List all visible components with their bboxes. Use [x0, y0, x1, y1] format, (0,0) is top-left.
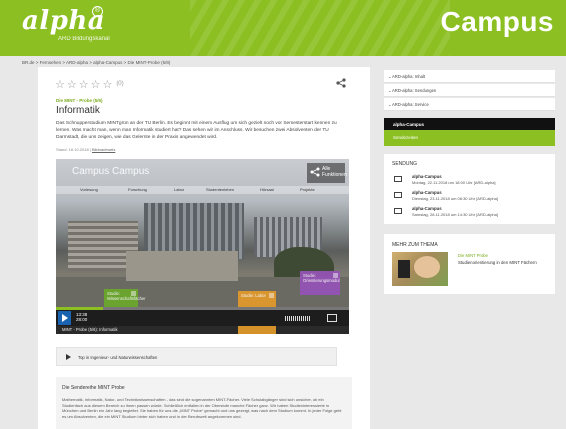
article-teaser: Das Schnupperstudium MINTgrün an der TU …	[56, 121, 337, 140]
header-decoration	[190, 0, 450, 56]
plus-icon	[269, 293, 274, 298]
hotspot-purple[interactable]: Studie: Orientierungsmodul	[300, 271, 340, 295]
logo-subtitle: ARD Bildungskanal	[58, 36, 110, 42]
accordion-item[interactable]: ⌄ ARD-alpha: Service	[384, 98, 555, 111]
accordion-label: ARD-alpha: Inhalt	[392, 74, 426, 79]
broadcast-item[interactable]: alpha-Campus Samstag, 28.11.2018 um 14:3…	[392, 206, 552, 220]
chapter-tab[interactable]: Projekte	[300, 187, 315, 192]
chapter-tab[interactable]: Forschung	[128, 187, 147, 192]
chapter-tab[interactable]: Labor	[174, 187, 184, 192]
broadcast-heading: SENDUNG	[392, 161, 418, 167]
fullscreen-icon[interactable]	[327, 314, 337, 322]
campus-nav-title[interactable]: alpha-Campus	[384, 118, 555, 130]
play-button[interactable]	[58, 311, 71, 325]
chapter-tab[interactable]: Vorlesung	[80, 187, 98, 192]
campus-logo[interactable]: Campus	[441, 6, 554, 38]
tv-icon	[394, 208, 402, 214]
broadcast-title: alpha-Campus	[412, 190, 442, 195]
chapter-tab[interactable]: Studentenleben	[206, 187, 234, 192]
broadcast-time: Montag, 22.11.2018 um 18:00 Uhr [ARD-alp…	[412, 180, 496, 185]
chevron-down-icon: ⌄	[388, 102, 392, 107]
rating-count: (0)	[116, 81, 124, 87]
plus-icon	[333, 273, 338, 278]
building	[126, 251, 238, 281]
accordion-item[interactable]: ⌄ ARD-alpha: Sendungen	[384, 84, 555, 97]
accordion-item[interactable]: ⌄ ARD-alpha: Inhalt	[384, 70, 555, 83]
tablet-image	[398, 260, 410, 278]
accordion-label: ARD-alpha: Service	[392, 102, 429, 107]
article-subline: Die MINT - Probe (5/6)	[56, 98, 103, 103]
time-total: 28:00	[76, 317, 88, 322]
video-caption: MINT - Probe (5/6): Informatik	[62, 327, 118, 332]
related-heading: MEHR ZUM THEMA	[392, 242, 438, 248]
video-overlay-title: Campus Campus	[72, 166, 150, 177]
related-box: MEHR ZUM THEMA Die MINT Probe Studienori…	[384, 234, 555, 294]
broadcast-box: SENDUNG alpha-Campus Montag, 22.11.2018 …	[384, 154, 555, 224]
time-display: 13:38 28:00	[76, 312, 87, 322]
info-heading: Die Sendereihe MINT Probe	[62, 385, 125, 391]
related-description[interactable]: Studienorientierung in den MINT Fächern	[458, 260, 548, 266]
chapter-tab[interactable]: Hörsaal	[260, 187, 274, 192]
logo-badge: ®	[92, 6, 103, 17]
campus-nav: alpha-Campus Sendezeiten	[384, 118, 555, 148]
rating-stars[interactable]: ☆☆☆☆☆	[55, 79, 114, 91]
accordion-label: ARD-alpha: Sendungen	[392, 88, 437, 93]
play-triangle-icon	[66, 354, 71, 360]
article-date: Stand: 16.10.2018 | Bildnachweis	[56, 147, 116, 152]
info-body: Mathematik, Informatik, Natur- und Techn…	[62, 397, 342, 419]
chevron-down-icon: ⌄	[388, 88, 392, 93]
star-rating[interactable]: ☆☆☆☆☆ (0)	[55, 78, 124, 91]
breadcrumb[interactable]: BR.de > Fernsehen > ARD-alpha > alpha-Ca…	[22, 60, 170, 65]
video-player[interactable]: Campus Campus Vorlesung Forschung Labor …	[56, 159, 349, 334]
page-title: Informatik	[56, 105, 100, 116]
volume-slider[interactable]	[285, 316, 311, 321]
tv-icon	[394, 192, 402, 198]
tag-label: Top in Ingenieur- und Naturwissenschafte…	[78, 355, 158, 360]
video-functions-button[interactable]: Alle Funktionen	[307, 163, 347, 183]
share-icon	[310, 167, 320, 177]
broadcast-time: Samstag, 28.11.2018 um 14:30 Uhr [ARD-al…	[412, 212, 498, 217]
hand-image	[414, 256, 440, 278]
related-subtitle[interactable]: Die MINT Probe	[458, 253, 488, 258]
hotspot-label: Studie: Labor	[241, 293, 266, 298]
broadcast-time: Dienstag, 23.11.2018 um 06:30 Uhr [ARD-a…	[412, 196, 498, 201]
video-chapter-bar[interactable]: Vorlesung Forschung Labor Studentenleben…	[56, 186, 349, 194]
info-box: Die Sendereihe MINT Probe Mathematik, In…	[56, 377, 352, 429]
tv-icon	[394, 176, 402, 182]
related-thumbnail[interactable]	[392, 252, 448, 286]
article-panel: ☆☆☆☆☆ (0) Die MINT - Probe (5/6) Informat…	[38, 67, 370, 429]
chevron-down-icon: ⌄	[388, 74, 392, 79]
broadcast-item[interactable]: alpha-Campus Dienstag, 23.11.2018 um 06:…	[392, 190, 552, 204]
video-functions-label: Alle Funktionen	[322, 166, 347, 178]
broadcast-title: alpha-Campus	[412, 206, 442, 211]
broadcast-item[interactable]: alpha-Campus Montag, 22.11.2018 um 18:00…	[392, 174, 552, 188]
date-text: Stand: 16.10.2018	[56, 147, 89, 152]
campus-nav-link[interactable]: Sendezeiten	[384, 130, 555, 146]
tag-box[interactable]: Top in Ingenieur- und Naturwissenschafte…	[56, 347, 337, 366]
plus-icon	[131, 291, 136, 296]
broadcast-title: alpha-Campus	[412, 174, 442, 179]
image-credits-link[interactable]: Bildnachweis	[92, 147, 115, 152]
share-icon[interactable]	[336, 78, 346, 88]
site-header: alpha ® ARD Bildungskanal Campus	[0, 0, 566, 56]
